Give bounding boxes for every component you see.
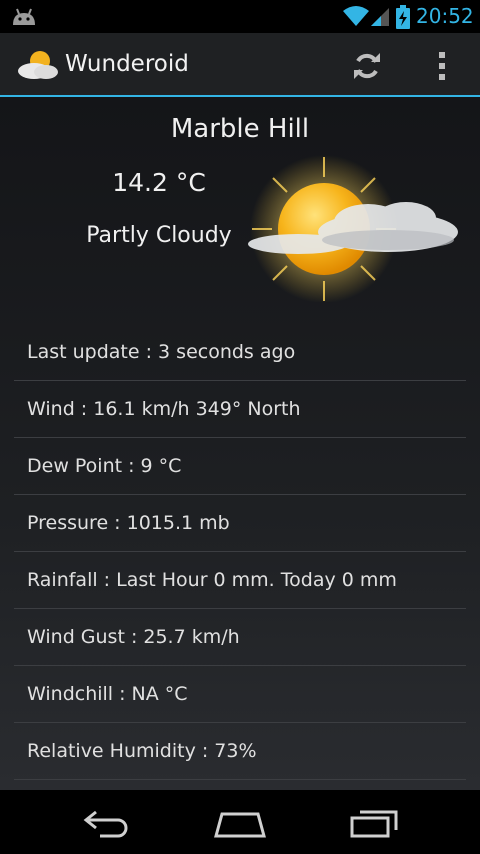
condition: Partly Cloudy <box>86 223 232 248</box>
detail-wind-gust: Wind Gust : 25.7 km/h <box>14 609 466 666</box>
battery-charging-icon <box>396 5 410 29</box>
location-name: Marble Hill <box>170 114 310 144</box>
refresh-icon[interactable] <box>350 49 384 83</box>
detail-wind: Wind : 16.1 km/h 349° North <box>14 381 466 438</box>
detail-relative-humidity: Relative Humidity : 73% <box>14 723 466 780</box>
status-bar: 20:52 <box>0 0 480 33</box>
overflow-menu-icon[interactable] <box>430 49 454 83</box>
back-icon[interactable] <box>82 808 130 838</box>
detail-windchill: Windchill : NA °C <box>14 666 466 723</box>
navigation-bar <box>0 790 480 854</box>
android-icon <box>13 8 35 25</box>
detail-pressure: Pressure : 1015.1 mb <box>14 495 466 552</box>
wifi-icon <box>343 6 369 26</box>
home-icon[interactable] <box>212 808 268 838</box>
clock: 20:52 <box>416 4 474 28</box>
main-content: Marble Hill 14.2 °C Partly Cloudy Last u… <box>0 97 480 790</box>
signal-icon <box>371 8 389 26</box>
detail-dew-point: Dew Point : 9 °C <box>14 438 466 495</box>
recents-icon[interactable] <box>350 808 400 838</box>
detail-rainfall: Rainfall : Last Hour 0 mm. Today 0 mm <box>14 552 466 609</box>
partly-cloudy-icon <box>18 51 58 79</box>
app-title: Wunderoid <box>65 51 189 77</box>
weather-details-list: Last update : 3 seconds ago Wind : 16.1 … <box>14 324 466 780</box>
temperature: 14.2 °C <box>112 168 206 197</box>
action-bar: Wunderoid <box>0 33 480 97</box>
sun-behind-cloud-icon <box>248 155 458 302</box>
detail-last-update: Last update : 3 seconds ago <box>14 324 466 381</box>
